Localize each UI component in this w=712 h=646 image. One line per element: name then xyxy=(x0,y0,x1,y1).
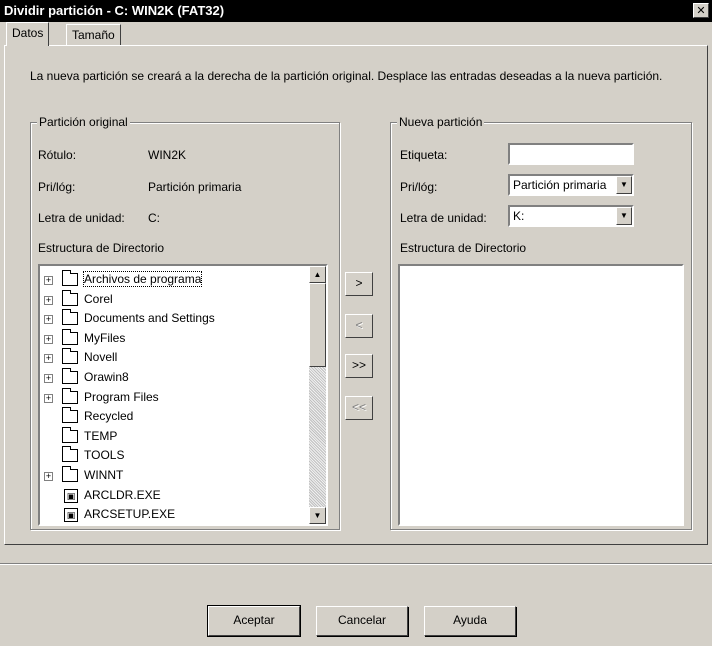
tree-row[interactable]: + Corel xyxy=(40,289,308,310)
move-all-left-button[interactable]: << xyxy=(345,396,373,420)
folder-icon xyxy=(62,270,78,286)
tree-row[interactable]: + Novell xyxy=(40,348,308,368)
folder-icon xyxy=(62,446,78,463)
tree-item-label: TEMP xyxy=(84,428,118,443)
tree-item-label: Orawin8 xyxy=(84,370,129,384)
tree-scrollbar[interactable]: ▲ ▼ xyxy=(309,266,326,524)
scroll-thumb[interactable] xyxy=(309,283,326,367)
original-label-value: WIN2K xyxy=(148,148,187,162)
chevron-down-icon[interactable]: ▼ xyxy=(616,207,632,225)
window-title: Dividir partición - C: WIN2K (FAT32) xyxy=(4,3,225,18)
folder-icon xyxy=(62,387,78,404)
close-icon[interactable]: ✕ xyxy=(693,3,709,18)
new-type-value: Partición primaria xyxy=(513,178,607,192)
folder-icon xyxy=(62,426,78,443)
new-label-field[interactable] xyxy=(508,143,634,165)
folder-icon xyxy=(62,289,78,306)
footer-divider xyxy=(0,563,712,565)
folder-icon xyxy=(62,407,78,424)
new-drive-label: Letra de unidad: xyxy=(400,211,487,225)
move-all-right-button[interactable]: >> xyxy=(345,354,373,378)
scroll-down-icon[interactable]: ▼ xyxy=(309,507,326,524)
executable-file-icon: ▣ xyxy=(64,488,78,503)
expand-icon[interactable]: + xyxy=(44,374,53,383)
new-drive-value: K: xyxy=(513,209,525,223)
new-dir-label: Estructura de Directorio xyxy=(400,241,527,255)
chevron-down-icon[interactable]: ▼ xyxy=(616,176,632,194)
help-button[interactable]: Ayuda xyxy=(424,606,516,636)
executable-file-icon: ▣ xyxy=(64,508,78,523)
expand-icon[interactable]: + xyxy=(44,472,53,481)
original-directory-tree[interactable]: + Archivos de programa + Corel + Documents an… xyxy=(38,264,328,526)
tree-row[interactable]: Recycled xyxy=(40,407,308,427)
expand-icon[interactable]: + xyxy=(44,315,53,325)
tree-row[interactable]: + Program Files xyxy=(40,387,308,408)
original-type-label: Pri/lóg: xyxy=(38,180,76,194)
tree-item-label: Archivos de programa xyxy=(82,271,203,287)
accept-button[interactable]: Aceptar xyxy=(207,605,301,637)
tree-row[interactable]: ▣ ARCSETUP.EXE xyxy=(40,505,308,524)
original-drive-label: Letra de unidad: xyxy=(38,211,125,225)
tree-row[interactable]: TEMP xyxy=(40,426,308,447)
original-drive-value: C: xyxy=(148,211,160,225)
original-type-value: Partición primaria xyxy=(148,180,242,194)
original-partition-legend: Partición original xyxy=(37,115,130,129)
tree-item-label: Program Files xyxy=(84,389,159,404)
new-partition-legend: Nueva partición xyxy=(397,115,485,129)
expand-icon[interactable]: + xyxy=(44,295,53,305)
tab-tamano[interactable]: Tamaño xyxy=(66,24,121,46)
new-directory-list[interactable] xyxy=(398,264,684,526)
tree-item-label: Corel xyxy=(84,291,113,306)
folder-icon xyxy=(62,466,78,482)
tree-item-label: WINNT xyxy=(84,468,124,482)
tree-row[interactable]: + MyFiles xyxy=(40,328,308,349)
original-label-label: Rótulo: xyxy=(38,148,77,162)
cancel-button[interactable]: Cancelar xyxy=(316,606,408,636)
tree-item-label: Recycled xyxy=(84,409,134,424)
tree-row[interactable]: + WINNT xyxy=(40,466,308,486)
move-right-button[interactable]: > xyxy=(345,272,373,296)
tree-row[interactable]: ▣ ARCLDR.EXE xyxy=(40,486,308,506)
tree-item-label: Documents and Settings xyxy=(84,311,215,326)
new-type-select[interactable]: Partición primaria ▼ xyxy=(508,174,634,196)
description-text: La nueva partición se creará a la derech… xyxy=(30,69,663,83)
tree-row[interactable]: TOOLS xyxy=(40,446,308,466)
folder-icon xyxy=(62,348,78,365)
move-left-button[interactable]: < xyxy=(345,314,373,338)
expand-icon[interactable]: + xyxy=(44,334,53,344)
new-label-label: Etiqueta: xyxy=(400,148,448,162)
expand-icon[interactable]: + xyxy=(44,354,53,364)
title-bar: Dividir partición - C: WIN2K (FAT32) ✕ xyxy=(0,0,712,22)
folder-icon xyxy=(62,368,78,384)
scroll-up-icon[interactable]: ▲ xyxy=(309,266,326,283)
folder-icon xyxy=(62,309,78,326)
folder-icon xyxy=(62,328,78,345)
expand-icon[interactable]: + xyxy=(44,276,53,285)
tree-item-label: MyFiles xyxy=(84,330,126,345)
tree-item-label: ARCLDR.EXE xyxy=(84,487,161,502)
new-type-label: Pri/lóg: xyxy=(400,180,438,194)
new-drive-select[interactable]: K: ▼ xyxy=(508,205,634,227)
expand-icon[interactable]: + xyxy=(44,393,53,403)
tree-item-label: TOOLS xyxy=(84,448,125,463)
tree-row[interactable]: + Documents and Settings xyxy=(40,309,308,329)
tree-item-label: Novell xyxy=(84,350,118,365)
tree-row[interactable]: + Archivos de programa xyxy=(40,270,308,290)
tree-item-label: ARCSETUP.EXE xyxy=(84,507,176,522)
tab-datos[interactable]: Datos xyxy=(6,22,50,46)
original-dir-label: Estructura de Directorio xyxy=(38,241,165,255)
tree-row[interactable]: + Orawin8 xyxy=(40,368,308,388)
